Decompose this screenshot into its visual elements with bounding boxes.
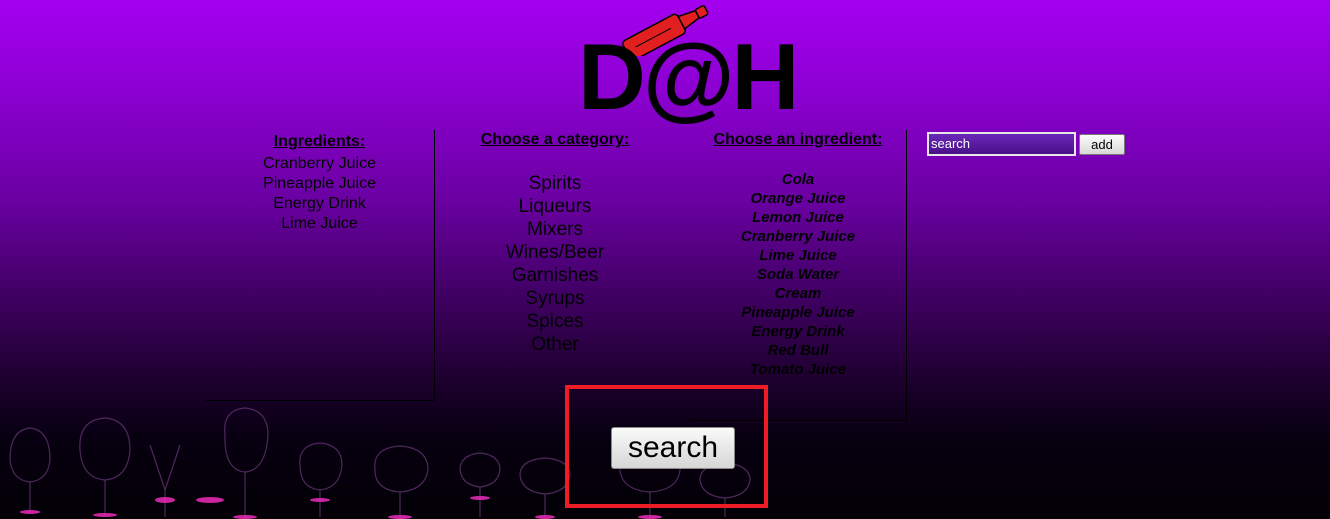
selected-ingredient[interactable]: Cranberry Juice bbox=[205, 154, 434, 174]
ingredient-option[interactable]: Cranberry Juice bbox=[690, 227, 906, 246]
ingredient-option[interactable]: Soda Water bbox=[690, 265, 906, 284]
ingredient-choice-list: Cola Orange Juice Lemon Juice Cranberry … bbox=[690, 170, 906, 379]
category-item-liqueurs[interactable]: Liqueurs bbox=[460, 195, 650, 218]
logo-text: D@H bbox=[578, 24, 799, 129]
category-item-spirits[interactable]: Spirits bbox=[460, 172, 650, 195]
category-item-garnishes[interactable]: Garnishes bbox=[460, 264, 650, 287]
category-item-wines-beer[interactable]: Wines/Beer bbox=[460, 241, 650, 264]
search-button[interactable]: search bbox=[611, 427, 735, 469]
selected-ingredient[interactable]: Energy Drink bbox=[205, 194, 434, 214]
selected-ingredient[interactable]: Lime Juice bbox=[205, 214, 434, 234]
ingredient-option[interactable]: Red Bull bbox=[690, 341, 906, 360]
category-item-other[interactable]: Other bbox=[460, 333, 650, 356]
category-item-spices[interactable]: Spices bbox=[460, 310, 650, 333]
site-logo[interactable]: D@H bbox=[578, 0, 799, 124]
category-item-syrups[interactable]: Syrups bbox=[460, 287, 650, 310]
add-button[interactable]: add bbox=[1079, 134, 1125, 155]
ingredient-search-input[interactable] bbox=[927, 132, 1076, 156]
ingredient-option[interactable]: Cream bbox=[690, 284, 906, 303]
selected-ingredients-list: Cranberry Juice Pineapple Juice Energy D… bbox=[205, 154, 434, 234]
ingredient-choice-heading: Choose an ingredient: bbox=[713, 131, 883, 148]
category-panel: Choose a category: Spirits Liqueurs Mixe… bbox=[460, 130, 650, 356]
ingredient-option[interactable]: Lemon Juice bbox=[690, 208, 906, 227]
ingredient-option[interactable]: Lime Juice bbox=[690, 246, 906, 265]
ingredient-choice-panel: Choose an ingredient: Cola Orange Juice … bbox=[690, 130, 907, 421]
ingredients-heading: Ingredients: bbox=[273, 133, 366, 150]
category-item-mixers[interactable]: Mixers bbox=[460, 218, 650, 241]
category-heading: Choose a category: bbox=[480, 131, 630, 148]
ingredient-option[interactable]: Energy Drink bbox=[690, 322, 906, 341]
selected-ingredient[interactable]: Pineapple Juice bbox=[205, 174, 434, 194]
selected-ingredients-panel: Ingredients: Cranberry Juice Pineapple J… bbox=[205, 130, 435, 401]
ingredient-option[interactable]: Tomato Juice bbox=[690, 360, 906, 379]
ingredient-option[interactable]: Pineapple Juice bbox=[690, 303, 906, 322]
ingredient-option[interactable]: Orange Juice bbox=[690, 189, 906, 208]
ingredient-option[interactable]: Cola bbox=[690, 170, 906, 189]
category-list: Spirits Liqueurs Mixers Wines/Beer Garni… bbox=[460, 172, 650, 356]
